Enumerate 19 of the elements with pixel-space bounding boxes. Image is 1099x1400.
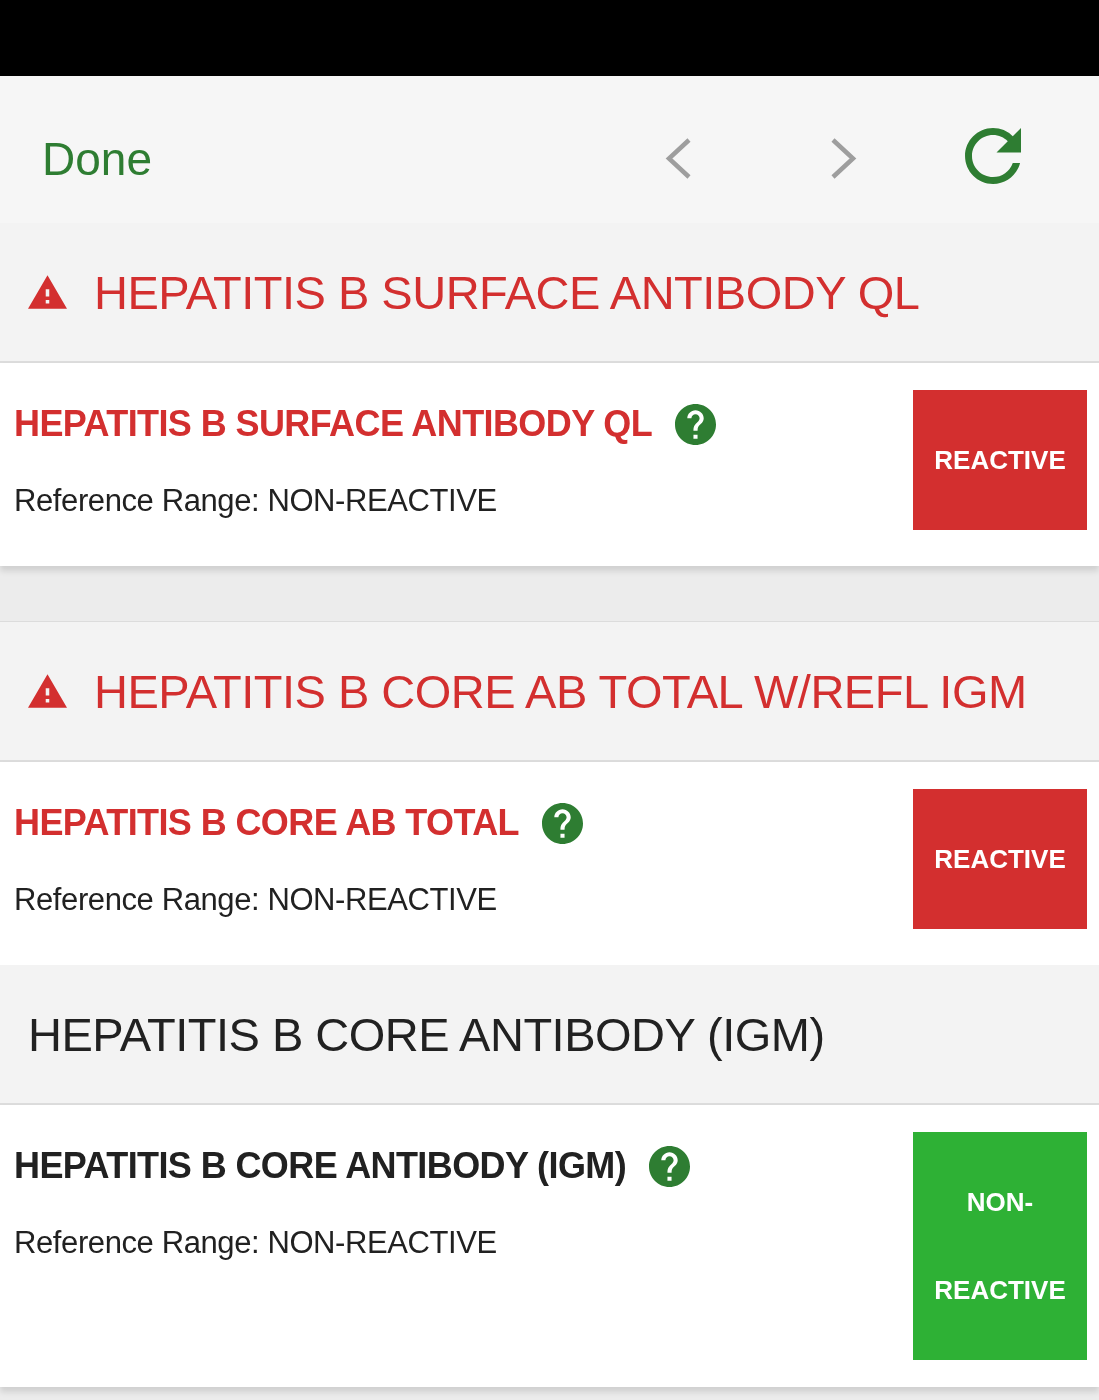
section-title: HEPATITIS B SURFACE ANTIBODY QL [94,268,920,316]
done-button[interactable]: Done [42,135,152,182]
help-icon[interactable] [675,403,717,445]
help-icon[interactable] [649,1145,691,1187]
test-name: HEPATITIS B CORE ANTIBODY (IGM) [14,1148,627,1184]
result-badge: NON-REACTIVE [913,1132,1087,1360]
refresh-icon [965,127,1021,184]
test-name: HEPATITIS B CORE AB TOTAL [14,805,519,841]
refresh-button[interactable] [965,127,1021,184]
reference-range: Reference Range: NON-REACTIVE [14,882,497,918]
chevron-right-icon [830,138,857,179]
reference-range: Reference Range: NON-REACTIVE [14,1225,497,1261]
reference-range: Reference Range: NON-REACTIVE [14,483,497,519]
help-icon[interactable] [542,802,583,844]
result-badge: REACTIVE [913,789,1087,929]
chevron-left-icon [665,138,692,179]
section-title: HEPATITIS B CORE AB TOTAL W/REFL IGM [94,667,1027,715]
result-badge: REACTIVE [913,390,1087,530]
test-name: HEPATITIS B SURFACE ANTIBODY QL [14,406,653,442]
